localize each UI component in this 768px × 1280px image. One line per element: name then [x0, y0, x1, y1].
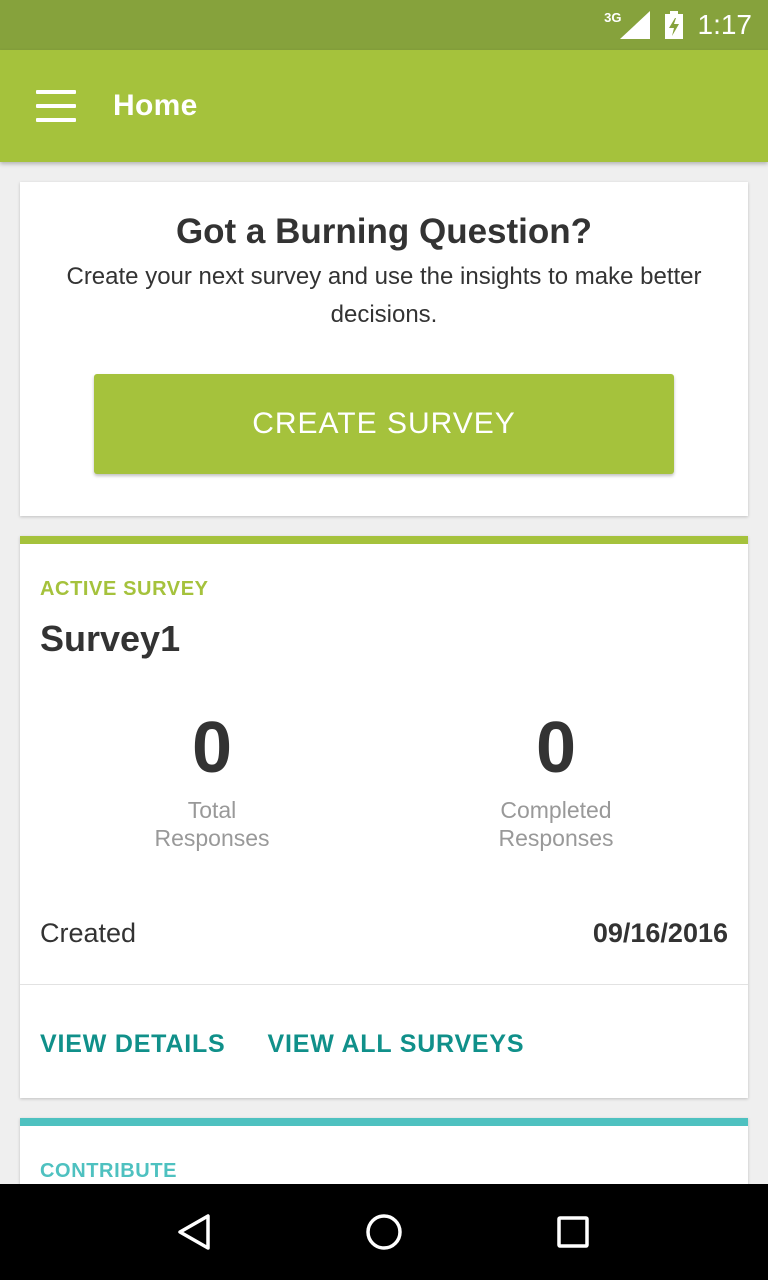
active-survey-card: ACTIVE SURVEY Survey1 0 Total Responses …: [20, 536, 748, 1098]
total-responses-stat: 0 Total Responses: [42, 710, 382, 852]
completed-responses-label: Completed Responses: [386, 796, 726, 852]
completed-label-line1: Completed: [500, 797, 612, 823]
page-title: Home: [113, 89, 198, 122]
hamburger-menu-icon[interactable]: [36, 90, 76, 122]
view-details-button[interactable]: VIEW DETAILS: [40, 1030, 226, 1059]
total-label-line1: Total: [187, 797, 237, 823]
navigation-bar: [0, 1184, 768, 1280]
hero-title: Got a Burning Question?: [175, 212, 593, 251]
completed-responses-stat: 0 Completed Responses: [386, 710, 726, 852]
home-icon[interactable]: [354, 1202, 414, 1262]
survey-name: Survey1: [40, 618, 181, 659]
created-row: Created 09/16/2016: [40, 918, 728, 949]
recents-icon[interactable]: [543, 1202, 603, 1262]
back-icon[interactable]: [165, 1202, 225, 1262]
status-bar: 3G 1:17: [0, 0, 768, 50]
view-all-surveys-button[interactable]: VIEW ALL SURVEYS: [268, 1030, 525, 1059]
contribute-kicker: CONTRIBUTE: [40, 1160, 178, 1182]
completed-responses-value: 0: [535, 708, 577, 788]
create-survey-card: Got a Burning Question? Create your next…: [20, 182, 748, 516]
created-label: Created: [40, 918, 137, 948]
network-type: 3G: [604, 9, 622, 25]
clock: 1:17: [697, 9, 753, 40]
app-bar: Home: [0, 50, 768, 162]
create-survey-button[interactable]: CREATE SURVEY: [94, 374, 674, 474]
total-responses-label: Total Responses: [42, 796, 382, 852]
hero-description: Create your next survey and use the insi…: [66, 263, 702, 328]
total-label-line2: Responses: [154, 825, 270, 851]
completed-label-line2: Responses: [498, 825, 614, 851]
signal-icon: [619, 11, 650, 39]
battery-icon: [664, 11, 683, 39]
created-date: 09/16/2016: [592, 918, 728, 948]
divider: [20, 984, 748, 985]
survey-actions: VIEW DETAILS VIEW ALL SURVEYS: [40, 1030, 524, 1059]
total-responses-value: 0: [191, 708, 233, 788]
active-survey-kicker: ACTIVE SURVEY: [40, 578, 209, 600]
